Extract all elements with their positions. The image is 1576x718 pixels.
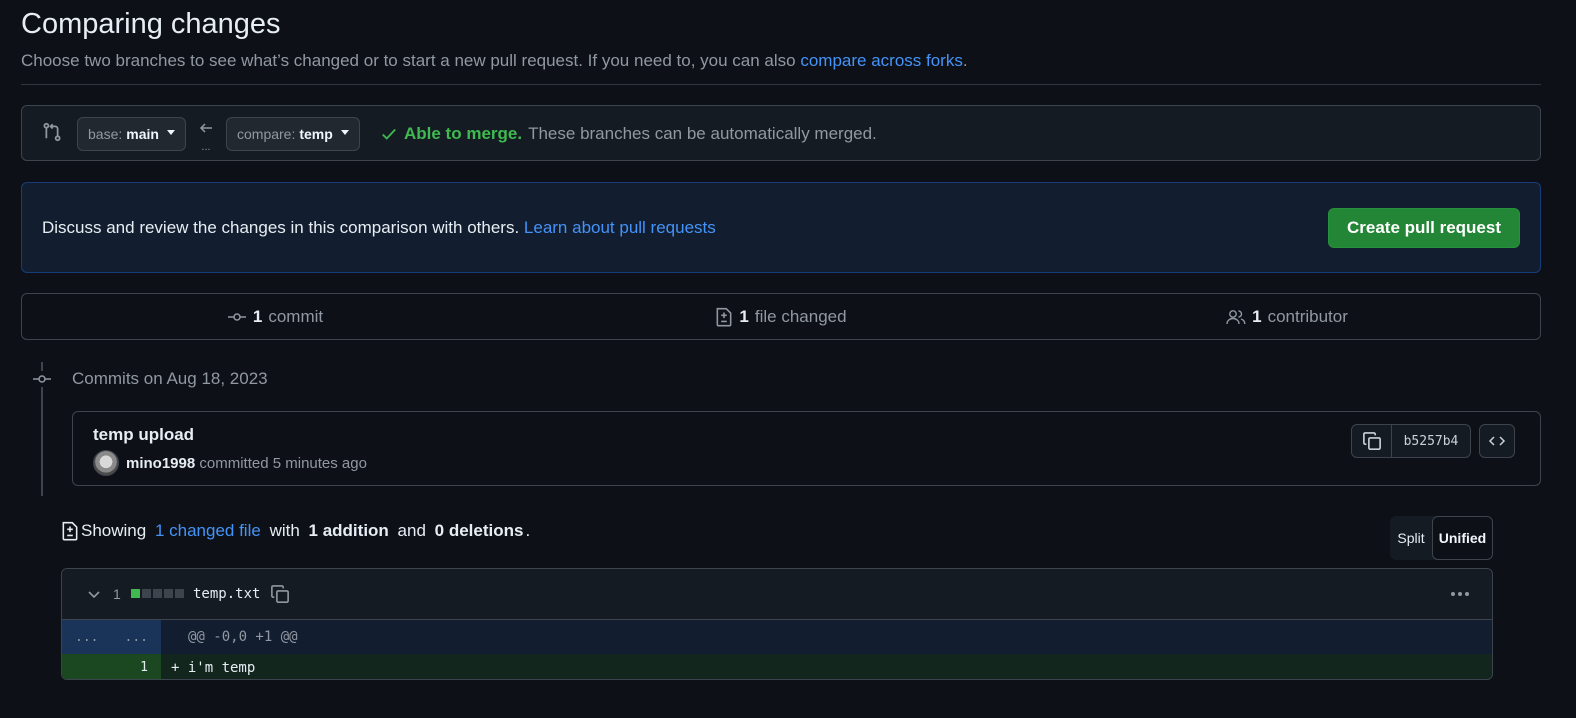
diffstat-neutral-block [142, 589, 151, 598]
file-diff: 1 temp.txt ... ... @@ -0,0 +1 @@ 1 + i'm… [61, 568, 1493, 680]
file-diff-icon [62, 521, 78, 541]
git-commit-icon [32, 371, 52, 387]
showing-label: Showing [81, 521, 147, 540]
create-pull-request-button[interactable]: Create pull request [1328, 208, 1520, 248]
file-change-count: 1 [113, 586, 121, 602]
page-title: Comparing changes [21, 8, 281, 40]
commits-date-heading: Commits on Aug 18, 2023 [72, 369, 268, 388]
commit-card: temp upload mino1998 committed 5 minutes… [72, 411, 1541, 486]
diffstat-neutral-block [164, 589, 173, 598]
contributors-count: 1 [1252, 306, 1262, 326]
merge-status: Able to merge. These branches can be aut… [380, 124, 877, 144]
changed-files-link[interactable]: 1 changed file [155, 521, 261, 541]
page-subtitle: Choose two branches to see what’s change… [21, 51, 968, 71]
people-icon [1226, 309, 1246, 324]
commit-sha-group: b5257b4 [1351, 424, 1471, 458]
files-count: 1 [739, 306, 749, 326]
compare-branch-select[interactable]: compare: temp [226, 117, 360, 151]
deletions-count: 0 deletions [434, 521, 524, 540]
avatar[interactable] [93, 450, 119, 476]
unified-view-button[interactable]: Unified [1432, 516, 1493, 560]
stat-contributors[interactable]: 1 contributor [1034, 294, 1540, 339]
kebab-menu-icon[interactable] [1448, 584, 1472, 604]
compare-stats: 1 commit 1 file changed 1 contributor [21, 293, 1541, 340]
git-compare-icon [43, 122, 61, 142]
compare-prefix: compare: [237, 126, 296, 142]
browse-repo-button[interactable] [1479, 424, 1515, 458]
diff-summary: Showing 1 changed file with 1 addition a… [61, 521, 530, 541]
learn-pull-requests-link[interactable]: Learn about pull requests [524, 218, 716, 237]
file-diff-icon [716, 307, 732, 326]
copy-icon [1362, 432, 1381, 450]
merge-message: These branches can be automatically merg… [528, 124, 877, 143]
diffstat-blocks [131, 589, 184, 598]
contributors-label: contributor [1267, 306, 1348, 326]
diffstat-neutral-block [153, 589, 162, 598]
base-prefix: base: [88, 126, 123, 142]
stat-commits[interactable]: 1 commit [22, 294, 528, 339]
arrow-left-icon: ... [197, 120, 215, 153]
subtitle-text: Choose two branches to see what’s change… [21, 51, 796, 70]
chevron-down-icon [166, 130, 175, 135]
copy-icon[interactable] [270, 584, 290, 604]
line-number[interactable]: 1 [62, 654, 161, 679]
discuss-banner: Discuss and review the changes in this c… [21, 182, 1541, 273]
commit-time: committed 5 minutes ago [199, 455, 367, 472]
check-icon [382, 128, 396, 140]
merge-ok-text: Able to merge. [404, 124, 523, 143]
commit-title-link[interactable]: temp upload [93, 425, 194, 445]
line-content: + i'm temp [171, 659, 256, 676]
diffstat-neutral-block [175, 589, 184, 598]
header-divider [21, 84, 1541, 85]
commits-count: 1 [252, 306, 263, 326]
discuss-text-line: Discuss and review the changes in this c… [42, 218, 716, 238]
with-label: with [269, 521, 300, 540]
expand-hunk-button[interactable]: ... ... [62, 620, 161, 654]
file-name-link[interactable]: temp.txt [193, 586, 260, 602]
chevron-down-icon[interactable] [86, 586, 102, 602]
commit-meta: mino1998 committed 5 minutes ago [126, 455, 367, 472]
hunk-new-num: ... [124, 629, 148, 645]
hunk-header-row: ... ... @@ -0,0 +1 @@ [62, 620, 1492, 654]
hunk-old-num: ... [75, 629, 99, 645]
commit-sha-link[interactable]: b5257b4 [1392, 425, 1470, 457]
files-label: file changed [754, 306, 847, 326]
base-branch-select[interactable]: base: main [77, 117, 186, 151]
stat-files-changed[interactable]: 1 file changed [528, 294, 1034, 339]
base-branch-name: main [126, 126, 159, 142]
additions-count: 1 addition [308, 521, 389, 540]
arrow-ellipsis: ... [201, 141, 211, 153]
commit-author-link[interactable]: mino1998 [126, 455, 195, 472]
discuss-text: Discuss and review the changes in this c… [42, 218, 520, 237]
diff-line-added: 1 + i'm temp [62, 654, 1492, 679]
hunk-header-text: @@ -0,0 +1 @@ [188, 629, 298, 645]
diff-view-toggle: Split Unified [1390, 516, 1493, 560]
compare-bar: base: main ... compare: temp Able to mer… [21, 105, 1541, 161]
chevron-down-icon [340, 130, 349, 135]
file-diff-header: 1 temp.txt [62, 569, 1492, 620]
summary-end: . [525, 521, 531, 540]
git-commit-icon [227, 312, 246, 321]
commits-label: commit [268, 306, 324, 326]
compare-branch-name: temp [299, 126, 333, 142]
and-label: and [397, 521, 426, 540]
copy-sha-button[interactable] [1352, 425, 1392, 457]
diffstat-added-block [131, 589, 140, 598]
code-icon [1488, 436, 1506, 446]
compare-across-forks-link[interactable]: compare across forks [800, 51, 963, 70]
split-view-button[interactable]: Split [1390, 516, 1432, 560]
subtitle-end: . [962, 51, 968, 70]
